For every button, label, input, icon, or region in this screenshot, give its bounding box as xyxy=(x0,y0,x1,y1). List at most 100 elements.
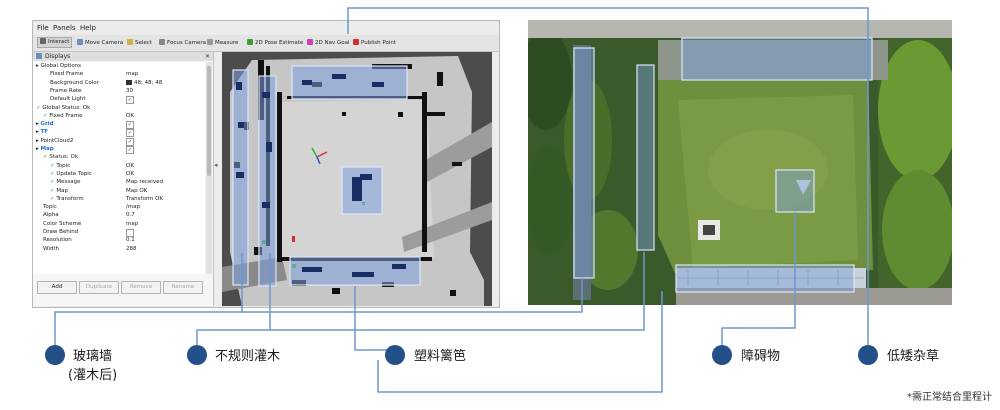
toolbar-label: Select xyxy=(135,40,152,46)
move-camera-icon xyxy=(77,39,83,45)
checkbox[interactable]: ✓ xyxy=(126,121,134,130)
value-text: 48; 48; 48 xyxy=(134,79,163,86)
tree-row[interactable]: Width xyxy=(43,246,59,253)
tree-row-value: Transform OK xyxy=(126,196,163,203)
monitor-icon xyxy=(36,53,42,59)
red-pin-icon xyxy=(353,39,359,45)
toolbar-2d-pose-estimate-button[interactable]: 2D Pose Estimate xyxy=(247,39,303,46)
green-arrow-icon xyxy=(247,39,253,45)
toolbar-label: Focus Camera xyxy=(167,40,207,46)
tree-row[interactable]: ✓ Update Topic xyxy=(50,171,92,178)
menu-file[interactable]: File xyxy=(37,24,49,32)
tree-row[interactable]: Frame Rate xyxy=(50,88,82,95)
checkbox[interactable]: ✓ xyxy=(126,129,134,138)
tree-row-value[interactable]: ✓ xyxy=(126,129,134,138)
cursor-icon xyxy=(40,38,46,44)
toolbar-focus-camera-button[interactable]: Focus Camera xyxy=(159,39,206,46)
display-tree: ▸ Global Options Fixed Frame map Background… xyxy=(33,62,205,274)
tree-row[interactable]: Draw Behind xyxy=(43,229,78,236)
tree-row-label: Width xyxy=(43,245,59,252)
tree-row-value[interactable] xyxy=(126,229,134,237)
rename-button[interactable]: Rename xyxy=(163,281,203,294)
value-text: OK xyxy=(126,112,134,119)
value-text: Map received xyxy=(126,179,163,186)
callout-marker-low-weeds xyxy=(858,345,878,365)
remove-button[interactable]: Remove xyxy=(121,281,161,294)
callout-label-plastic-fence: 塑料篱笆 xyxy=(414,349,467,364)
tree-row[interactable]: ▸ Global Options xyxy=(36,63,81,70)
checkbox[interactable]: ✓ xyxy=(126,96,134,105)
toolbar-publish-point-button[interactable]: Publish Point xyxy=(353,39,396,46)
value-text: 0.1 xyxy=(126,237,135,244)
value-text: map xyxy=(126,71,139,78)
tree-row-label: Global Options xyxy=(40,63,82,69)
tree-row[interactable]: ▸ Grid xyxy=(36,121,54,128)
tree-row[interactable]: ✓ Status: Ok xyxy=(43,154,78,161)
tree-row-label: Status: Ok xyxy=(49,154,79,161)
add-button[interactable]: Add xyxy=(37,281,77,294)
tree-row-label: Draw Behind xyxy=(43,229,79,235)
value-text: map xyxy=(126,220,139,227)
checkbox[interactable]: ✓ xyxy=(126,137,134,146)
collapse-arrow-icon[interactable]: ◂ xyxy=(214,161,218,169)
tree-row-value: OK xyxy=(126,113,134,120)
tree-row-value[interactable]: ✓ xyxy=(126,96,134,105)
checkbox[interactable]: ✓ xyxy=(126,146,134,154)
occupancy-grid-map xyxy=(222,56,492,306)
tree-scrollbar[interactable] xyxy=(206,62,212,274)
tree-row[interactable]: ▸ PointCloud2 xyxy=(36,138,73,145)
tree-row-value: 30 xyxy=(126,88,133,95)
tree-row[interactable]: Fixed Frame xyxy=(50,71,83,78)
footnote: *需正常结合里程计 xyxy=(907,392,992,403)
tree-row-value[interactable]: ✓ xyxy=(126,137,134,146)
toolbar-label: 2D Nav Goal xyxy=(315,40,350,46)
tree-row-label: Update Topic xyxy=(56,170,92,177)
toolbar-interact-button[interactable]: Interact xyxy=(37,37,73,48)
tree-row-label: Global Status: Ok xyxy=(42,104,91,111)
toolbar-move-camera-button[interactable]: Move Camera xyxy=(77,39,123,46)
value-text: Map OK xyxy=(126,187,148,194)
tree-row[interactable]: ✓ Transform xyxy=(50,196,84,203)
tree-row-value[interactable]: ✓ xyxy=(126,146,134,154)
tree-row-label: Grid xyxy=(40,121,54,128)
menu-panels[interactable]: Panels xyxy=(53,24,76,32)
value-text: 30 xyxy=(126,87,133,94)
toolbar-2d-nav-goal-button[interactable]: 2D Nav Goal xyxy=(307,39,350,46)
tree-row-label: Map xyxy=(40,146,54,152)
value-text: 0.7 xyxy=(126,212,135,219)
tree-row[interactable]: ✓ Topic xyxy=(50,163,70,170)
value-text: 288 xyxy=(126,245,137,252)
menu-bar: File Panels Help xyxy=(33,21,499,35)
tree-row[interactable]: Alpha xyxy=(43,212,59,219)
tree-row[interactable]: Background Color xyxy=(50,80,99,87)
tree-row[interactable]: ▸ TF xyxy=(36,129,48,136)
tree-row-value: OK xyxy=(126,171,134,178)
tree-row-label: Alpha xyxy=(43,212,59,219)
toolbar-label: 2D Pose Estimate xyxy=(255,40,304,46)
tree-row[interactable]: Color Scheme xyxy=(43,221,81,228)
tree-row-label: Map xyxy=(56,187,68,194)
tree-row[interactable]: ✓ Global Status: Ok xyxy=(36,105,90,112)
duplicate-button[interactable]: Duplicate xyxy=(79,281,119,294)
tree-row[interactable]: ✓ Message xyxy=(50,179,80,186)
tree-row-value[interactable]: ✓ xyxy=(126,121,134,130)
map-view[interactable] xyxy=(222,52,492,306)
checkbox[interactable] xyxy=(126,229,134,237)
callout-marker-obstacle xyxy=(712,345,732,365)
tree-row[interactable]: ▸ Map xyxy=(36,146,54,153)
toolbar-label: Interact xyxy=(48,39,70,45)
toolbar-measure-button[interactable]: Measure xyxy=(207,39,238,46)
toolbar-select-button[interactable]: Select xyxy=(127,39,152,46)
displays-panel-title: Displays × xyxy=(33,52,213,61)
measure-icon xyxy=(207,39,213,45)
menu-help[interactable]: Help xyxy=(80,24,96,32)
tree-row[interactable]: ✓ Map xyxy=(50,188,68,195)
toolbar-label: Publish Point xyxy=(361,40,397,46)
close-icon[interactable]: × xyxy=(205,52,210,61)
tree-row[interactable]: Default Light xyxy=(50,96,86,103)
tree-row-label: Default Light xyxy=(50,96,86,103)
tree-row[interactable]: Resolution xyxy=(43,237,72,244)
tree-row-label: Topic xyxy=(43,204,57,211)
tree-row[interactable]: Topic xyxy=(43,204,57,211)
tree-row[interactable]: ✓ Fixed Frame xyxy=(43,113,83,120)
